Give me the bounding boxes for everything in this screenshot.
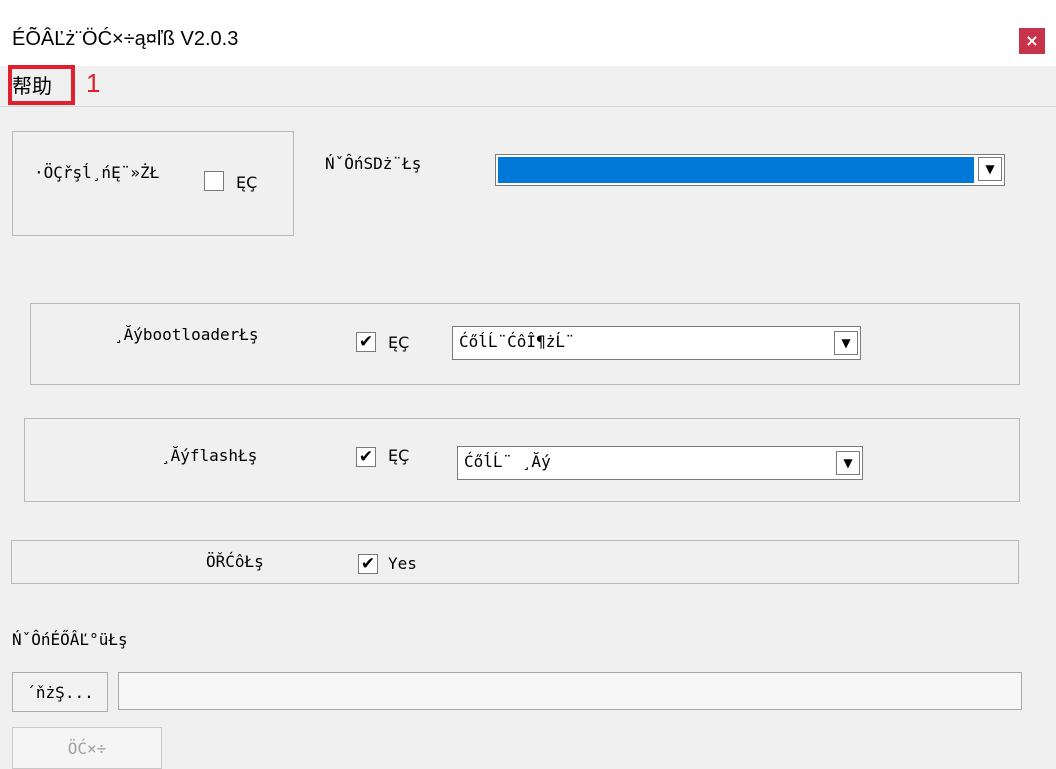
restart-group xyxy=(11,540,1019,584)
flash-value: ĆőĺĹ¨ ¸Ăý xyxy=(464,452,551,471)
sd-card-select[interactable]: ▼ xyxy=(495,154,1005,186)
make-button[interactable]: ÖĆ×÷ xyxy=(12,727,162,769)
bootloader-checkbox[interactable]: ✔ xyxy=(356,332,376,352)
app-window: ÉÕÂĽż¨ÖĆ×÷ą¤ľß V2.0.3 × 帮助 1 ·ÖÇřşĺ¸ńĘ¨»… xyxy=(0,0,1056,769)
flash-checkbox[interactable]: ✔ xyxy=(356,447,376,467)
partition-format-yes-label: ĘÇ xyxy=(236,173,258,192)
partition-format-checkbox[interactable] xyxy=(204,171,224,191)
sd-card-selection-fill xyxy=(498,157,974,183)
flash-yes-label: ĘÇ xyxy=(388,446,410,465)
browse-button[interactable]: ´ňżŞ... xyxy=(12,672,108,712)
flash-label: ¸ĂýflashŁş xyxy=(161,446,258,465)
chevron-down-icon[interactable]: ▼ xyxy=(836,451,860,475)
bootloader-select[interactable]: ĆőĺĹ¨ĆôÎ¶żĹ¨ ▼ xyxy=(452,326,861,360)
bootloader-label: ¸ĂýbootloaderŁş xyxy=(114,325,259,344)
chevron-down-icon[interactable]: ▼ xyxy=(978,157,1002,181)
bootloader-yes-label: ĘÇ xyxy=(388,333,410,352)
partition-format-label: ·ÖÇřşĺ¸ńĘ¨»ŻŁ xyxy=(34,163,160,182)
restart-yes-label: Yes xyxy=(388,554,417,573)
restart-label: ÖŘĆôŁş xyxy=(206,552,264,571)
image-select-label: ŃˇÔńÉŐÂĽ°üŁş xyxy=(12,630,128,649)
restart-checkbox[interactable]: ✔ xyxy=(358,554,378,574)
chevron-down-icon[interactable]: ▼ xyxy=(834,331,858,355)
sd-card-label: ŃˇÔńSDż¨Łş xyxy=(325,154,422,173)
menu-bar xyxy=(0,66,1056,107)
bootloader-value: ĆőĺĹ¨ĆôÎ¶żĹ¨ xyxy=(459,332,575,351)
image-path-field[interactable] xyxy=(118,672,1022,710)
window-title: ÉÕÂĽż¨ÖĆ×÷ą¤ľß V2.0.3 xyxy=(12,28,239,50)
annotation-number: 1 xyxy=(86,68,101,98)
annotation-highlight-box xyxy=(8,65,75,105)
top-strip xyxy=(0,0,1056,12)
close-button[interactable]: × xyxy=(1019,28,1045,54)
flash-select[interactable]: ĆőĺĹ¨ ¸Ăý ▼ xyxy=(457,446,863,480)
